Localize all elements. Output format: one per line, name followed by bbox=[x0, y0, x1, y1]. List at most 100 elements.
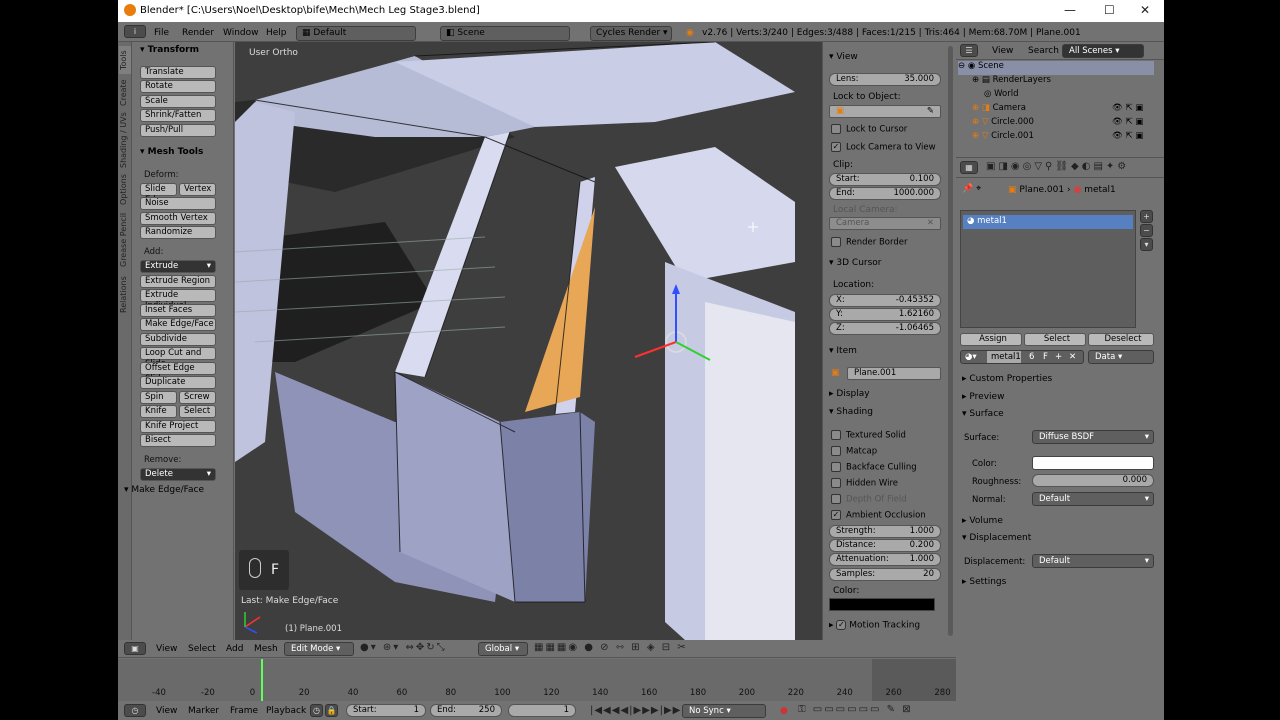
screw-button[interactable]: Screw bbox=[179, 391, 216, 404]
record-icon[interactable]: ● bbox=[780, 706, 788, 716]
playback-controls-icon[interactable]: |◀◀◀◀|▶▶▶|▶▶| bbox=[590, 705, 686, 716]
ao-samples-field[interactable]: Samples: 20 bbox=[829, 568, 941, 581]
timeline-frame-menu[interactable]: Frame bbox=[230, 706, 258, 716]
close-icon[interactable]: ✕ bbox=[1069, 351, 1076, 363]
view-menu[interactable]: View bbox=[156, 644, 177, 654]
ao-attenuation-field[interactable]: Attenuation: 1.000 bbox=[829, 553, 941, 566]
duplicate-button[interactable]: Duplicate bbox=[140, 376, 216, 389]
surface-color-swatch[interactable] bbox=[1032, 456, 1154, 470]
displacement-panel[interactable]: ▾ Displacement bbox=[962, 533, 1031, 543]
menu-window[interactable]: Window bbox=[223, 28, 259, 38]
motion-tracking-panel-header[interactable]: ▸ ✓ Motion Tracking bbox=[829, 620, 920, 631]
clear-icon[interactable]: ✕ bbox=[927, 218, 934, 229]
roughness-field[interactable]: 0.000 bbox=[1032, 474, 1154, 487]
material-slot-row[interactable]: ◕ metal1 bbox=[963, 215, 1133, 229]
tab-tools[interactable]: Tools bbox=[119, 46, 131, 74]
textured-solid-checkbox[interactable]: Textured Solid bbox=[831, 430, 906, 441]
scene-selector[interactable]: ◧ Scene bbox=[440, 26, 570, 41]
visibility-eye-icon[interactable]: 👁 ⇱ ▣ bbox=[1112, 131, 1143, 141]
start-frame-field[interactable]: Start: 1 bbox=[346, 704, 426, 717]
ao-strength-field[interactable]: Strength: 1.000 bbox=[829, 525, 941, 538]
cursor-z-field[interactable]: Z: -1.06465 bbox=[829, 322, 941, 335]
visibility-eye-icon[interactable]: 👁 ⇱ ▣ bbox=[1112, 117, 1143, 127]
operator-panel-header[interactable]: ▾ Make Edge/Face bbox=[124, 485, 204, 495]
add-menu[interactable]: Add bbox=[226, 644, 243, 654]
outliner-search-menu[interactable]: Search bbox=[1028, 46, 1059, 56]
checkmark-icon[interactable]: ✓ bbox=[836, 620, 847, 630]
delete-menu[interactable]: Delete ▾ bbox=[140, 468, 216, 481]
display-panel-header[interactable]: ▸ Display bbox=[829, 389, 870, 399]
properties-editor-icon[interactable]: ▦ bbox=[960, 161, 978, 174]
clip-end-field[interactable]: End: 1000.000 bbox=[829, 187, 941, 200]
fake-user-button[interactable]: F bbox=[1043, 351, 1048, 363]
add-slot-icon[interactable]: + bbox=[1140, 210, 1153, 223]
cursor-x-field[interactable]: X: -0.45352 bbox=[829, 294, 941, 307]
translate-button[interactable]: Translate bbox=[140, 66, 216, 79]
slot-specials-icon[interactable]: ▾ bbox=[1140, 238, 1153, 251]
timeline-marker-menu[interactable]: Marker bbox=[188, 706, 219, 716]
tab-grease-pencil[interactable]: Grease Pencil bbox=[119, 212, 131, 268]
material-browse-icon[interactable]: ◕▾ bbox=[965, 352, 977, 362]
pin-icon[interactable]: 📌 ⌖ bbox=[962, 184, 981, 194]
deselect-button[interactable]: Deselect bbox=[1088, 333, 1154, 346]
keying-icons[interactable]: ⚿ ▭▭▭▭▭▭ ✎ ⊠ bbox=[798, 704, 913, 715]
material-datablock[interactable]: ◕▾ metal1 6 F + ✕ bbox=[960, 350, 1084, 364]
add-icon[interactable]: + bbox=[1055, 351, 1062, 363]
clock-icon[interactable]: ◷ bbox=[310, 704, 323, 717]
minimize-button[interactable]: — bbox=[1064, 3, 1076, 17]
end-frame-field[interactable]: End: 250 bbox=[430, 704, 502, 717]
material-link-select[interactable]: Data ▾ bbox=[1088, 350, 1154, 364]
ao-distance-field[interactable]: Distance: 0.200 bbox=[829, 539, 941, 552]
extrude-menu[interactable]: Extrude ▾ bbox=[140, 260, 216, 273]
assign-button[interactable]: Assign bbox=[960, 333, 1022, 346]
editor-type-icon[interactable]: i bbox=[124, 25, 146, 38]
tab-relations[interactable]: Relations bbox=[119, 272, 131, 318]
3d-viewport[interactable]: User Ortho F Last: Make Edge/Face (1) Pl… bbox=[235, 42, 822, 640]
tab-options[interactable]: Options bbox=[119, 172, 131, 208]
subdivide-button[interactable]: Subdivide bbox=[140, 333, 216, 346]
3d-cursor-panel-header[interactable]: ▾ 3D Cursor bbox=[829, 258, 882, 268]
loop-cut-slide-button[interactable]: Loop Cut and Slide bbox=[140, 347, 216, 369]
surface-panel[interactable]: ▾ Surface bbox=[962, 409, 1004, 419]
cursor-y-field[interactable]: Y: 1.62160 bbox=[829, 308, 941, 321]
local-camera-field[interactable]: Camera ✕ bbox=[829, 217, 941, 230]
smooth-vertex-button[interactable]: Smooth Vertex bbox=[140, 212, 216, 225]
render-engine-select[interactable]: Cycles Render ▾ bbox=[590, 26, 672, 41]
view-panel-header[interactable]: ▾ View bbox=[829, 52, 858, 62]
inset-faces-button[interactable]: Inset Faces bbox=[140, 304, 216, 317]
menu-file[interactable]: File bbox=[154, 28, 169, 38]
timeline-view[interactable]: -40 -20 0 20 40 60 80 100 120 140 160 180 200 220 240 2… bbox=[118, 659, 956, 701]
outliner-row-scene[interactable]: ⊖ ◉ Scene bbox=[958, 61, 1154, 75]
layer-snap-icons[interactable]: ▦▦▦◉ ● ⊘ ⇿ ⊞ ◈ ⊟ ✂ bbox=[534, 642, 688, 653]
mesh-menu[interactable]: Mesh bbox=[254, 644, 278, 654]
custom-properties-panel[interactable]: ▸ Custom Properties bbox=[962, 374, 1052, 384]
close-button[interactable]: ✕ bbox=[1140, 3, 1150, 17]
maximize-button[interactable]: ☐ bbox=[1104, 3, 1115, 17]
outliner-display-mode[interactable]: All Scenes ▾ bbox=[1062, 44, 1144, 58]
ao-color-swatch[interactable] bbox=[829, 598, 935, 611]
orientation-select[interactable]: Global ▾ bbox=[478, 642, 528, 656]
outliner-row-world[interactable]: ◎ World bbox=[984, 89, 1184, 103]
transform-panel-header[interactable]: ▾ Transform bbox=[140, 45, 199, 55]
volume-panel[interactable]: ▸ Volume bbox=[962, 516, 1003, 526]
outliner-row-circle001[interactable]: ⊕ ▽ Circle.001 👁 ⇱ ▣ bbox=[972, 131, 1172, 145]
context-tab-icons[interactable]: ▣◨◉◎▽⚲⛓◆◐▤✦⚙ bbox=[986, 161, 1129, 172]
outliner-view-menu[interactable]: View bbox=[992, 46, 1013, 56]
push-pull-button[interactable]: Push/Pull bbox=[140, 124, 216, 137]
lens-field[interactable]: Lens: 35.000 bbox=[829, 73, 941, 86]
lock-object-field[interactable]: ▣ ✎ bbox=[829, 105, 941, 118]
outliner-row-circle000[interactable]: ⊕ ▽ Circle.000 👁 ⇱ ▣ bbox=[972, 117, 1172, 131]
view3d-editor-icon[interactable]: ▣ bbox=[124, 642, 146, 655]
knife-project-button[interactable]: Knife Project bbox=[140, 420, 216, 433]
spin-button[interactable]: Spin bbox=[140, 391, 177, 404]
vertex-slide-button[interactable]: Vertex bbox=[179, 183, 216, 196]
tab-create[interactable]: Create bbox=[119, 78, 131, 108]
lock-cursor-checkbox[interactable]: Lock to Cursor bbox=[831, 124, 907, 135]
depth-of-field-checkbox[interactable]: Depth Of Field bbox=[831, 494, 907, 505]
slide-edge-button[interactable]: Slide Ed bbox=[140, 183, 177, 205]
item-panel-header[interactable]: ▾ Item bbox=[829, 346, 857, 356]
select-menu[interactable]: Select bbox=[188, 644, 216, 654]
timeline-view-menu[interactable]: View bbox=[156, 706, 177, 716]
lock-icon[interactable]: 🔒 bbox=[325, 704, 338, 717]
extrude-region-button[interactable]: Extrude Region bbox=[140, 275, 216, 288]
